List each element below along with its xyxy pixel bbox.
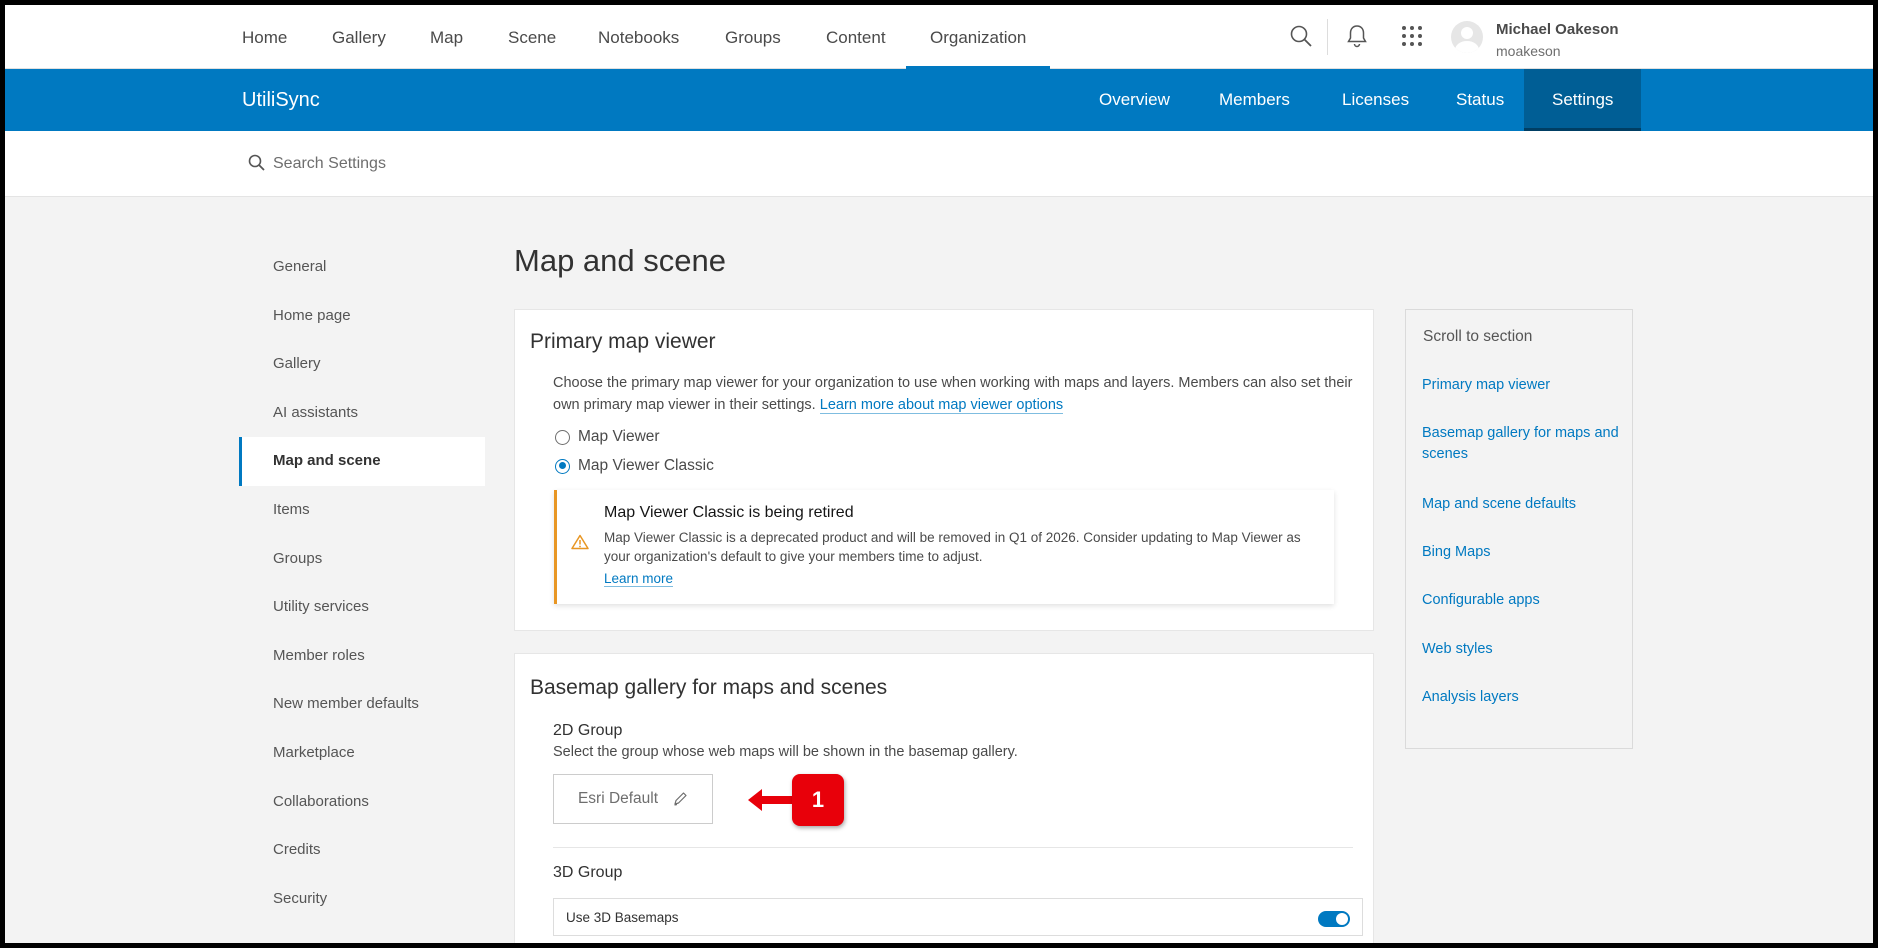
primary-map-viewer-card: Primary map viewer Choose the primary ma… (514, 309, 1374, 631)
apps-grid-icon[interactable] (1399, 23, 1425, 49)
app-frame: Home Gallery Map Scene Notebooks Groups … (0, 0, 1878, 948)
sidebar-item-general[interactable]: General (239, 243, 485, 292)
organization-bar: UtiliSync Overview Members Licenses Stat… (5, 69, 1873, 131)
nav-scene[interactable]: Scene (508, 5, 556, 69)
tab-settings[interactable]: Settings (1524, 69, 1642, 131)
nav-groups[interactable]: Groups (725, 5, 781, 69)
scroll-link-analysis-layers[interactable]: Analysis layers (1422, 687, 1622, 708)
notice-title: Map Viewer Classic is being retired (604, 504, 854, 521)
scroll-link-primary-map-viewer[interactable]: Primary map viewer (1422, 375, 1622, 396)
bell-icon[interactable] (1344, 23, 1370, 49)
radio-map-viewer-classic[interactable]: Map Viewer Classic (555, 457, 714, 475)
notice-learn-more-link[interactable]: Learn more (604, 571, 674, 587)
tab-members[interactable]: Members (1191, 69, 1318, 131)
sidebar-item-collaborations[interactable]: Collaborations (239, 778, 485, 827)
user-name[interactable]: Michael Oakeson (1496, 21, 1619, 38)
radio-label: Map Viewer Classic (578, 457, 714, 474)
group-3d-label: 3D Group (553, 864, 623, 881)
sidebar-item-utility-services[interactable]: Utility services (239, 583, 485, 632)
org-name[interactable]: UtiliSync (242, 69, 320, 131)
scroll-link-basemap-gallery[interactable]: Basemap gallery for maps and scenes (1422, 423, 1622, 465)
sidebar-item-marketplace[interactable]: Marketplace (239, 729, 485, 778)
user-username[interactable]: moakeson (1496, 43, 1561, 59)
nav-gallery[interactable]: Gallery (332, 5, 386, 69)
scroll-link-web-styles[interactable]: Web styles (1422, 639, 1622, 660)
sidebar-item-security[interactable]: Security (239, 875, 485, 924)
tab-licenses[interactable]: Licenses (1314, 69, 1437, 131)
toggle-label: Use 3D Basemaps (566, 910, 679, 925)
sidebar-item-credits[interactable]: Credits (239, 826, 485, 875)
sidebar-item-groups[interactable]: Groups (239, 535, 485, 584)
learn-more-viewer-options-link[interactable]: Learn more about map viewer options (819, 397, 1064, 414)
group-2d-description: Select the group whose web maps will be … (553, 744, 1018, 760)
radio-button-selected[interactable] (555, 458, 570, 474)
scroll-to-section-panel: Scroll to section Primary map viewer Bas… (1405, 309, 1633, 749)
settings-search-bar (5, 131, 1873, 197)
retirement-notice: Map Viewer Classic is being retired Map … (554, 490, 1334, 604)
use-3d-basemaps-toggle[interactable] (1318, 911, 1350, 927)
sidebar-item-gallery[interactable]: Gallery (239, 340, 485, 389)
section-title-primary-map-viewer: Primary map viewer (530, 330, 716, 353)
radio-label: Map Viewer (578, 428, 660, 445)
sidebar-item-member-roles[interactable]: Member roles (239, 632, 485, 681)
tab-status[interactable]: Status (1428, 69, 1532, 131)
callout-badge: 1 (792, 774, 844, 826)
nav-map[interactable]: Map (430, 5, 463, 69)
use-3d-basemaps-row: Use 3D Basemaps (553, 898, 1363, 936)
scroll-link-configurable-apps[interactable]: Configurable apps (1422, 590, 1622, 611)
primary-viewer-description: Choose the primary map viewer for your o… (553, 372, 1353, 416)
sidebar-item-home-page[interactable]: Home page (239, 292, 485, 341)
notice-body: Map Viewer Classic is a deprecated produ… (604, 530, 1301, 564)
select-2d-group-button[interactable]: Esri Default (553, 774, 713, 824)
sidebar-item-new-member-defaults[interactable]: New member defaults (239, 680, 485, 729)
sidebar-item-ai-assistants[interactable]: AI assistants (239, 389, 485, 438)
radio-map-viewer[interactable]: Map Viewer (555, 428, 660, 446)
section-title-basemap-gallery: Basemap gallery for maps and scenes (530, 676, 888, 699)
search-settings-input[interactable] (273, 149, 873, 179)
search-icon (248, 154, 265, 171)
page-title: Map and scene (514, 243, 726, 278)
nav-organization[interactable]: Organization (905, 5, 1051, 69)
scroll-link-bing-maps[interactable]: Bing Maps (1422, 542, 1622, 563)
nav-home[interactable]: Home (242, 5, 287, 69)
sidebar-item-items[interactable]: Items (239, 486, 485, 535)
warning-icon (571, 534, 589, 550)
button-label: Esri Default (577, 790, 659, 807)
group-2d-label: 2D Group (553, 722, 623, 739)
nav-content[interactable]: Content (826, 5, 886, 69)
scroll-link-map-and-scene-defaults[interactable]: Map and scene defaults (1422, 494, 1622, 515)
radio-button[interactable] (555, 429, 570, 445)
pencil-icon (674, 792, 687, 806)
basemap-gallery-card: Basemap gallery for maps and scenes 2D G… (514, 653, 1374, 943)
section-divider (553, 847, 1353, 848)
avatar[interactable] (1451, 21, 1483, 53)
settings-sidebar: General Home page Gallery AI assistants … (239, 243, 485, 923)
scroll-to-section-title: Scroll to section (1423, 328, 1533, 345)
top-navigation: Home Gallery Map Scene Notebooks Groups … (5, 5, 1873, 69)
nav-notebooks[interactable]: Notebooks (598, 5, 679, 69)
callout-arrow-icon (748, 789, 794, 811)
toolbar-divider (1327, 19, 1328, 55)
search-icon[interactable] (1288, 23, 1314, 49)
tab-overview[interactable]: Overview (1071, 69, 1198, 131)
sidebar-item-map-and-scene[interactable]: Map and scene (239, 437, 485, 486)
